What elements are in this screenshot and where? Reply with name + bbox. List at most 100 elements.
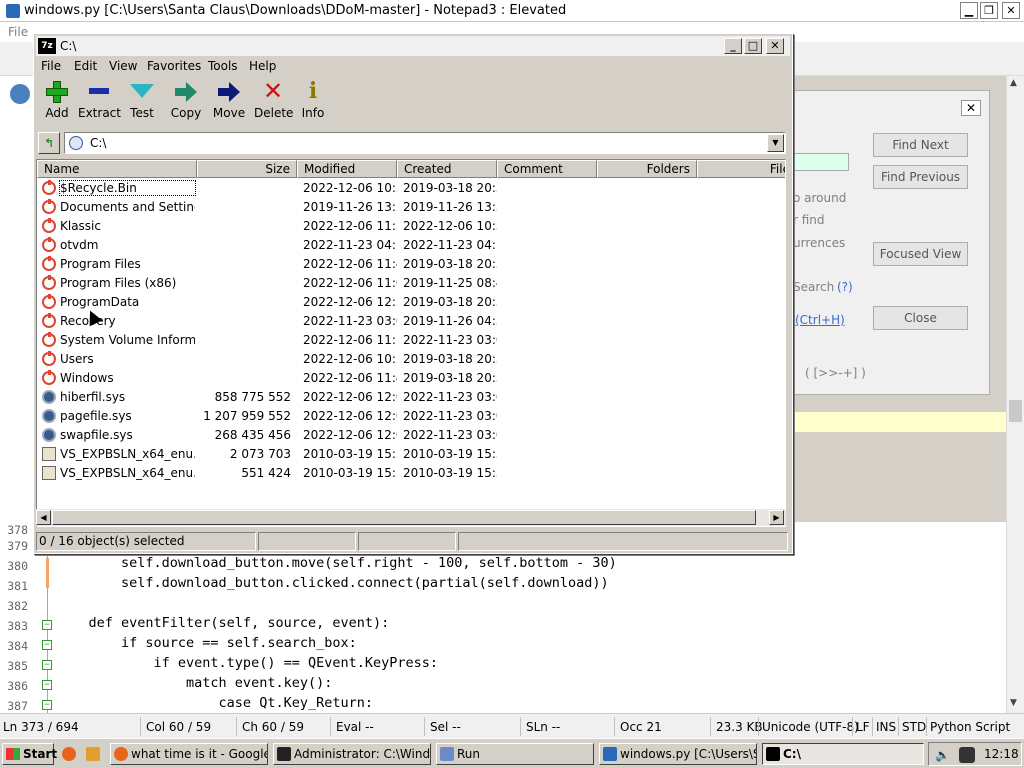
status-encoding[interactable]: Unicode (UTF-8) [762, 720, 859, 734]
scroll-down-icon[interactable]: ▼ [1010, 698, 1017, 708]
scroll-right-icon[interactable]: ▶ [769, 510, 784, 525]
scroll-thumb[interactable] [1009, 400, 1022, 422]
chevron-down-icon[interactable]: ▼ [767, 134, 784, 152]
table-row[interactable]: Users 2022-12-06 10:52 2019-03-18 20:37 [37, 350, 785, 369]
table-row[interactable]: System Volume Informa... 2022-12-06 11:12… [37, 331, 785, 350]
column-header-comment[interactable]: Comment [497, 160, 597, 178]
column-header-modified[interactable]: Modified [297, 160, 397, 178]
column-header-files[interactable]: File [697, 160, 785, 178]
taskbar-button-cmd[interactable]: Administrator: C:\Windows... [273, 743, 431, 765]
menu-view[interactable]: View [109, 59, 137, 73]
table-row[interactable]: otvdm 2022-11-23 04:17 2022-11-23 04:17 [37, 236, 785, 255]
editor-vertical-scrollbar[interactable]: ▲ ▼ [1006, 76, 1024, 713]
help-link[interactable]: (?) [837, 280, 853, 294]
menu-tools[interactable]: Tools [208, 59, 238, 73]
tray-app-icon[interactable] [959, 747, 975, 763]
mark-occurrences-label: urrences [793, 236, 846, 250]
table-row[interactable]: Windows 2022-12-06 11:44 2019-03-18 20:37 [37, 369, 785, 388]
fold-toggle-icon[interactable]: − [42, 640, 52, 650]
file-list[interactable]: Name Size Modified Created Comment Folde… [36, 159, 786, 527]
notepad-title-bar[interactable]: windows.py [C:\Users\Santa Claus\Downloa… [0, 0, 1024, 22]
volume-icon[interactable]: 🔈 [935, 748, 950, 762]
hscroll-thumb[interactable] [52, 510, 756, 525]
menu-edit[interactable]: Edit [74, 59, 97, 73]
delete-button[interactable]: ✕ Delete [254, 79, 293, 126]
minimize-icon[interactable]: _ [724, 38, 742, 54]
7zip-window-title: C:\ [60, 39, 77, 53]
column-header-size[interactable]: Size [197, 160, 297, 178]
back-icon[interactable] [10, 84, 30, 104]
menu-file[interactable]: File [8, 25, 28, 39]
find-dialog-close-icon[interactable]: ✕ [961, 100, 981, 116]
menu-favorites[interactable]: Favorites [147, 59, 201, 73]
start-button[interactable]: Start [2, 743, 57, 765]
system-tray: 🔈 12:18 [928, 742, 1022, 766]
menu-file[interactable]: File [41, 59, 61, 73]
clock[interactable]: 12:18 [984, 747, 1019, 761]
find-next-button[interactable]: Find Next [873, 133, 968, 157]
column-header-name[interactable]: Name [37, 160, 197, 178]
explorer-quicklaunch-icon[interactable] [86, 747, 100, 761]
fold-toggle-icon[interactable]: − [42, 620, 52, 630]
taskbar-button-7zip[interactable]: C:\ [762, 743, 924, 765]
address-combo[interactable]: C:\ ▼ [64, 132, 786, 154]
find-close-button[interactable]: Close [873, 306, 968, 330]
table-row[interactable]: VS_EXPBSLN_x64_enu.C... 2 073 703 2010-03-… [37, 445, 785, 464]
status-line[interactable]: Ln 373 / 694 [3, 720, 79, 734]
table-row[interactable]: $Recycle.Bin 2022-12-06 10:52 2019-03-18 2… [37, 179, 785, 198]
minimize-icon[interactable]: ▁ [960, 2, 978, 19]
find-previous-button[interactable]: Find Previous [873, 165, 968, 189]
copy-button[interactable]: Copy [170, 80, 202, 126]
add-button[interactable]: Add [42, 80, 72, 126]
table-row[interactable]: pagefile.sys 1 207 959 552 2022-12-06 12:0… [37, 407, 785, 426]
close-icon[interactable]: ✕ [1002, 2, 1020, 19]
scroll-up-icon[interactable]: ▲ [1010, 78, 1017, 88]
menu-help[interactable]: Help [249, 59, 276, 73]
restore-icon[interactable]: ❐ [980, 2, 998, 19]
table-row[interactable]: Program Files (x86) 2022-12-06 11:02 2019-… [37, 274, 785, 293]
table-row[interactable]: ProgramData 2022-12-06 12:30 2019-03-18 20… [37, 293, 785, 312]
fold-toggle-icon[interactable]: − [42, 700, 52, 710]
firefox-quicklaunch-icon[interactable] [62, 747, 76, 761]
table-row[interactable]: Documents and Settings 2019-11-26 13:37 20… [37, 198, 785, 217]
table-row[interactable]: Klassic 2022-12-06 11:32 2022-12-06 10:55 [37, 217, 785, 236]
focused-view-button[interactable]: Focused View [873, 242, 968, 266]
scroll-left-icon[interactable]: ◀ [36, 510, 51, 525]
taskbar-button-label: C:\ [783, 747, 801, 761]
status-lexer[interactable]: Python Script [930, 720, 1010, 734]
folder-up-icon[interactable]: ↰ [38, 132, 60, 154]
table-row[interactable]: Recovery 2022-11-23 03:03 2019-11-26 04:38 [37, 312, 785, 331]
table-row[interactable]: Program Files 2022-12-06 11:41 2019-03-18 … [37, 255, 785, 274]
status-eval: Eval -- [336, 720, 374, 734]
file-list-hscrollbar[interactable]: ◀ ▶ [36, 509, 786, 526]
fold-toggle-icon[interactable]: − [42, 680, 52, 690]
taskbar-button-notepad[interactable]: windows.py [C:\Users\Sa... [599, 743, 757, 765]
status-divider [872, 717, 873, 736]
cell-modified: 2022-12-06 12:30 [303, 295, 397, 309]
fold-toggle-icon[interactable]: − [42, 660, 52, 670]
status-std[interactable]: STD [902, 720, 926, 734]
table-row[interactable]: swapfile.sys 268 435 456 2022-12-06 12:02 2… [37, 426, 785, 445]
close-icon[interactable]: ✕ [766, 38, 784, 54]
cell-created: 2022-11-23 04:17 [403, 238, 497, 252]
table-row[interactable]: hiberfil.sys 858 775 552 2022-12-06 12:02 2… [37, 388, 785, 407]
line-number: 380 [7, 559, 28, 573]
folder-icon [42, 256, 56, 271]
column-header-created[interactable]: Created [397, 160, 497, 178]
7zip-title-bar[interactable]: 7z C:\ _ □ ✕ [36, 36, 790, 56]
find-combo-dropdown[interactable] [793, 153, 849, 171]
status-eol[interactable]: LF [856, 720, 870, 734]
status-insert-mode[interactable]: INS [876, 720, 896, 734]
table-row[interactable]: VS_EXPBSLN_x64_enu.... 551 424 2010-03-19 … [37, 464, 785, 483]
search-label: Search [793, 280, 835, 294]
taskbar-button-firefox[interactable]: what time is it - Google Se... [110, 743, 268, 765]
taskbar-button-run[interactable]: Run [436, 743, 594, 765]
maximize-icon[interactable]: □ [744, 38, 762, 54]
test-button[interactable]: Test [128, 80, 156, 126]
move-button[interactable]: Move [212, 80, 246, 126]
column-header-folders[interactable]: Folders [597, 160, 697, 178]
info-button[interactable]: i Info [300, 80, 326, 126]
cell-created: 2019-03-18 20:52 [403, 295, 497, 309]
extract-button[interactable]: Extract [78, 80, 121, 126]
replace-link[interactable]: (Ctrl+H) [795, 313, 845, 327]
